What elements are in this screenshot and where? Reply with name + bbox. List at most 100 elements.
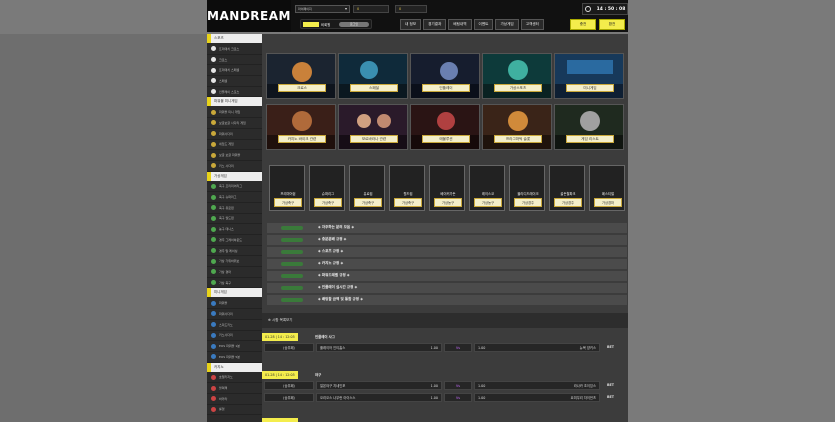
login-button[interactable]: 로그인 xyxy=(339,22,369,27)
bet-label[interactable]: BET xyxy=(607,395,614,399)
sidebar-item[interactable]: 파워볼 미니 게임 xyxy=(207,107,262,119)
sidebar-item[interactable]: EOS 파워볼 5분 xyxy=(207,352,262,363)
sidebar-item[interactable]: 프리매치 크로스 xyxy=(207,44,262,55)
game-card[interactable]: 크로스 xyxy=(266,53,336,99)
sidebar-item[interactable]: 가상 경마 xyxy=(207,267,262,278)
sidebar-item[interactable]: 보글 보글 파워볼 xyxy=(207,150,262,161)
notice-row[interactable]: ◈ 스포츠 규정 ◈ xyxy=(267,247,627,257)
sidebar-item[interactable]: 축구 슈퍼리그 xyxy=(207,192,262,203)
sidebar-item[interactable]: 키노 사다리 xyxy=(207,161,262,172)
sidebar-item[interactable]: 네임드 게임 xyxy=(207,140,262,151)
draw-button[interactable]: Vs xyxy=(444,381,472,390)
virtual-card[interactable]: 슈퍼리그 가상축구 xyxy=(309,165,345,211)
bet-label[interactable]: BET xyxy=(607,383,614,387)
virtual-button[interactable]: 가상경주 xyxy=(514,198,542,207)
draw-button[interactable]: Vs xyxy=(444,343,472,352)
virtual-card[interactable]: 프리미어쉽 가상축구 xyxy=(269,165,305,211)
game-card[interactable]: 인플레이 xyxy=(410,53,480,99)
sidebar-item[interactable]: 바카라 xyxy=(207,394,262,405)
logo[interactable]: MANDREAM xyxy=(207,0,291,32)
card-button[interactable]: 보르바라나 관련 xyxy=(350,135,398,143)
sidebar-item[interactable]: 농구 테니스 xyxy=(207,224,262,235)
notice-row[interactable]: ◈ 충분분배 규정 ◈ xyxy=(267,235,627,245)
card-button[interactable]: 카지노 바이크 관련 xyxy=(278,135,326,143)
sidebar-item[interactable]: 축구 프리미어리그 xyxy=(207,182,262,193)
sidebar-item[interactable]: 축구 월드컵 xyxy=(207,214,262,225)
menu-item[interactable]: 고객센터 xyxy=(520,19,544,30)
game-card[interactable]: 에볼루션 xyxy=(410,104,480,150)
virtual-card[interactable]: 레이스코 가상농구 xyxy=(469,165,505,211)
virtual-button[interactable]: 가상축구 xyxy=(394,198,422,207)
virtual-button[interactable]: 가상축구 xyxy=(274,198,302,207)
virtual-card[interactable]: 블라디드레이크 가상경주 xyxy=(509,165,545,211)
sidebar-item[interactable]: 키노사다리 xyxy=(207,331,262,342)
virtual-card[interactable]: 페스티벌 가상경마 xyxy=(589,165,625,211)
virtual-button[interactable]: 가상축구 xyxy=(314,198,342,207)
sidebar-item[interactable]: 인플레이 스포츠 xyxy=(207,87,262,98)
menu-item[interactable]: 이벤트 xyxy=(473,19,494,30)
game-card[interactable]: 프라그마틱 슬롯 xyxy=(482,104,552,150)
sidebar-item[interactable]: 파워사다리 xyxy=(207,309,262,320)
virtual-button[interactable]: 가상농구 xyxy=(474,198,502,207)
virtual-button[interactable]: 가상경주 xyxy=(554,198,582,207)
card-button[interactable]: 스페셜 xyxy=(350,84,398,92)
sidebar-item[interactable]: 프리매치 스페셜 xyxy=(207,65,262,77)
virtual-button[interactable]: 가상축구 xyxy=(354,198,382,207)
sidebar-item[interactable]: EOS 파워볼 1분 xyxy=(207,341,262,352)
virtual-button[interactable]: 가상농구 xyxy=(434,198,462,207)
draw-button[interactable]: Vs xyxy=(444,393,472,402)
sidebar-item[interactable]: 파워볼 xyxy=(207,298,262,310)
deposit-button[interactable]: 충전 xyxy=(570,19,596,30)
card-button[interactable]: 에볼루션 xyxy=(422,135,470,143)
card-button[interactable]: 인플레이 xyxy=(422,84,470,92)
menu-item[interactable]: 경기결과 xyxy=(423,19,447,30)
card-button[interactable]: 가상스포츠 xyxy=(494,84,542,92)
language-select[interactable]: 마이페이지 ▾ xyxy=(295,5,350,13)
sidebar-item[interactable]: 크로스 xyxy=(207,55,262,66)
away-odds-button[interactable]: 1.00 뉴욕 양키스 xyxy=(474,343,600,352)
virtual-card[interactable]: 월드컵 가상축구 xyxy=(389,165,425,211)
virtual-card[interactable]: 베이커가든 가상농구 xyxy=(429,165,465,211)
sidebar-item[interactable]: 블랙잭 xyxy=(207,383,262,394)
bet-label[interactable]: BET xyxy=(607,345,614,349)
menu-item[interactable]: 배팅내역 xyxy=(448,19,472,30)
notice-row[interactable]: ◈ 파워드레벨 규정 ◈ xyxy=(267,271,627,281)
menu-item[interactable]: 내 정보 xyxy=(400,19,422,30)
card-button[interactable]: 게임 리스트 xyxy=(566,135,614,143)
withdraw-button[interactable]: 환전 xyxy=(599,19,625,30)
sidebar-item[interactable]: 경주 그레이하운드 xyxy=(207,235,262,246)
virtual-card[interactable]: 골든힐파크 가상경주 xyxy=(549,165,585,211)
home-odds-button[interactable]: 플레이어 인티홈스 1.00 xyxy=(316,343,442,352)
game-card[interactable]: 보르바라나 관련 xyxy=(338,104,408,150)
game-card[interactable]: 가상스포츠 xyxy=(482,53,552,99)
notice-row[interactable]: ◈ 배팅할 금액 및 통합 규정 ◈ xyxy=(267,295,627,305)
notice-row[interactable]: ◈ 자주하는 분의 모음 ◈ xyxy=(267,223,627,233)
away-odds-button[interactable]: 1.00 요미우리 자이언츠 xyxy=(474,393,600,402)
sidebar-item[interactable]: 룰렛 xyxy=(207,405,262,416)
menu-item[interactable]: 가상게임 xyxy=(495,19,519,30)
home-odds-button[interactable]: 일본야구 지네인포 1.00 xyxy=(316,381,442,390)
card-button[interactable]: 미니게임 xyxy=(566,84,614,92)
sidebar-item[interactable]: 가상 가위바위보 xyxy=(207,256,262,268)
virtual-button[interactable]: 가상경마 xyxy=(594,198,622,207)
game-card[interactable]: 카지노 바이크 관련 xyxy=(266,104,336,150)
sidebar-item[interactable]: 가상 축구 xyxy=(207,278,262,289)
game-card[interactable]: 게임 리스트 xyxy=(554,104,624,150)
sidebar-item[interactable]: 보글보글 사다리 게임 xyxy=(207,118,262,129)
card-button[interactable]: 프라그마틱 슬롯 xyxy=(494,135,542,143)
away-odds-button[interactable]: 1.00 라나카 초이잉스 xyxy=(474,381,600,390)
sidebar-item[interactable]: 호텔카지노 xyxy=(207,373,262,384)
sidebar-item[interactable]: 경주 말 레이싱 xyxy=(207,246,262,257)
notice-row[interactable]: ◈ 인플레이 실시간 규정 ◈ xyxy=(267,283,627,293)
game-card[interactable]: 미니게임 xyxy=(554,53,624,99)
notice-row[interactable]: ◈ 카지노 규정 ◈ xyxy=(267,259,627,269)
card-button[interactable]: 크로스 xyxy=(278,84,326,92)
game-card[interactable]: 스페셜 xyxy=(338,53,408,99)
home-odds-button[interactable]: 오리오스 나무런 아이스스 1.00 xyxy=(316,393,442,402)
sidebar-item[interactable]: 축구 유로컵 xyxy=(207,203,262,214)
match-list-header[interactable]: ⊕ 시합 목록보기 xyxy=(262,313,628,328)
sidebar-item[interactable]: 파워사다리 xyxy=(207,129,262,140)
virtual-card[interactable]: 유로컵 가상축구 xyxy=(349,165,385,211)
sidebar-item[interactable]: 스페셜 xyxy=(207,76,262,87)
sidebar-item[interactable]: 스피드키노 xyxy=(207,320,262,331)
